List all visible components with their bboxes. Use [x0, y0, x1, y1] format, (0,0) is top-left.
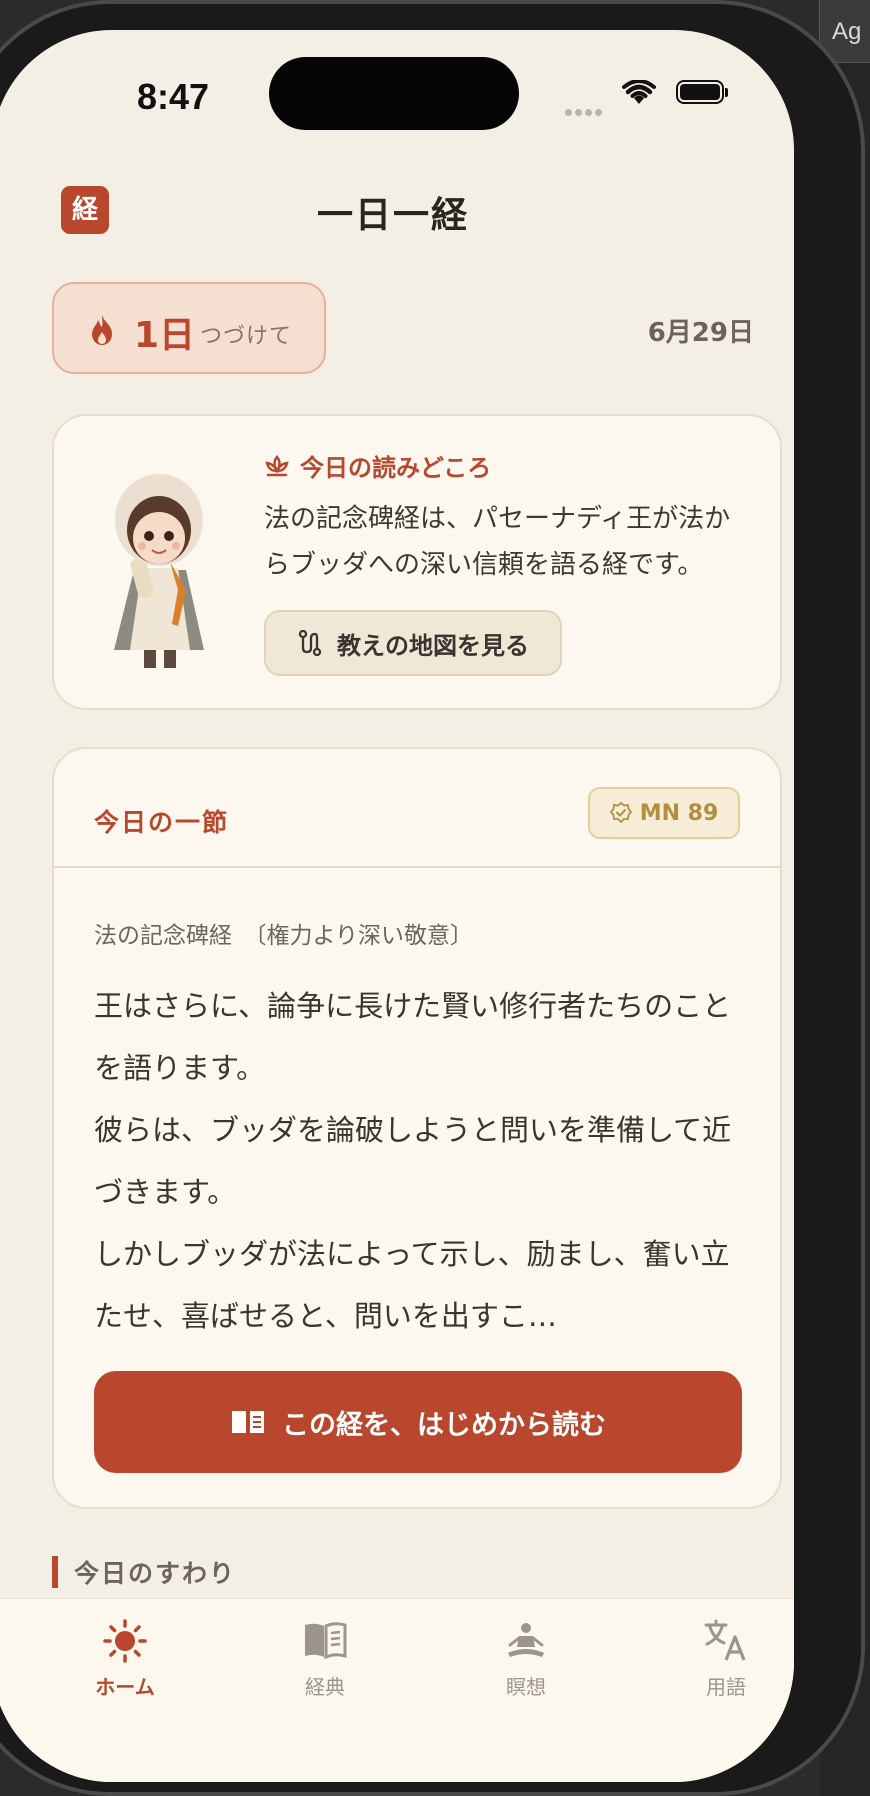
current-date: 6月29日 [647, 318, 754, 348]
verse-passage: 王はさらに、論争に長けた賢い修行者たちのことを語ります。 彼らは、ブッダを論破し… [94, 975, 744, 1347]
section-label: 今日のすわり [74, 1559, 237, 1588]
tab-glossary[interactable]: 用語 [661, 1619, 791, 1700]
section-header: 今日のすわり [52, 1552, 236, 1592]
screen: 8:47 経 一日一経 1日 つづけて 6月29日 今日の読みどころ 法の記念碑… [0, 30, 794, 1782]
book-icon [305, 1622, 347, 1660]
status-time: 8:47 [137, 76, 210, 117]
highlight-heading-text: 今日の読みどころ [300, 454, 492, 482]
page-title: 一日一経 [316, 195, 469, 236]
cellular-icon [565, 101, 605, 116]
verse-card-title: 今日の一節 [94, 808, 230, 837]
teaching-map-label: 教えの地図を見る [337, 631, 529, 660]
sutra-subtitle: 法の記念碑経 〔権力より深い敬意〕 [94, 923, 474, 949]
sun-icon [103, 1619, 147, 1663]
streak-badge[interactable]: 1日 つづけて [52, 282, 326, 374]
passage-paragraph: しかしブッダが法によって示し、励まし、奮い立たせ、喜ばせると、問いを出すこ… [94, 1237, 730, 1333]
verse-card: 今日の一節 MN 89 法の記念碑経 〔権力より深い敬意〕 王はさらに、論争に長… [52, 747, 782, 1509]
tab-meditation[interactable]: 瞑想 [461, 1619, 591, 1700]
tab-glossary-label: 用語 [706, 1675, 746, 1699]
section-marker [52, 1556, 58, 1588]
teaching-map-button[interactable]: 教えの地図を見る [264, 610, 562, 676]
monk-illustration [114, 474, 204, 668]
battery-icon [676, 80, 728, 104]
tab-sutras-label: 経典 [305, 1675, 345, 1699]
open-book-icon [232, 1411, 264, 1433]
desktop-label: Ag [832, 18, 862, 45]
status-bar: 8:47 [0, 30, 794, 160]
phone-frame: 8:47 経 一日一経 1日 つづけて 6月29日 今日の読みどころ 法の記念碑… [0, 0, 865, 1796]
streak-label: つづけて [200, 324, 293, 349]
wifi-icon [622, 80, 656, 104]
tab-home-label: ホーム [95, 1675, 155, 1699]
translate-icon [704, 1619, 746, 1661]
streak-count: 1日 [134, 315, 196, 356]
sutra-reference: MN 89 [639, 800, 719, 826]
tab-bar: ホーム 経典 瞑想 用語 [0, 1598, 794, 1782]
divider [54, 866, 780, 868]
meditation-icon [508, 1623, 544, 1657]
read-from-start-label: この経を、はじめから読む [282, 1409, 606, 1441]
tab-meditation-label: 瞑想 [506, 1675, 546, 1699]
tab-home[interactable]: ホーム [60, 1619, 190, 1700]
flame-icon [92, 315, 112, 345]
tab-sutras[interactable]: 経典 [260, 1619, 390, 1700]
highlight-heading: 今日の読みどころ [264, 448, 491, 483]
highlight-body: 法の記念碑経は、パセーナディ王が法からブッダへの深い信頼を語る経です。 [264, 504, 731, 580]
highlight-card: 今日の読みどころ 法の記念碑経は、パセーナディ王が法からブッダへの深い信頼を語る… [52, 414, 782, 710]
lotus-icon [265, 454, 289, 476]
dynamic-island [269, 57, 519, 130]
passage-paragraph: 彼らは、ブッダを論破しようと問いを準備して近づきます。 [94, 1113, 732, 1209]
verified-seal-icon [609, 802, 632, 824]
sutra-reference-badge[interactable]: MN 89 [588, 787, 740, 839]
route-icon [298, 630, 322, 656]
read-from-start-button[interactable]: この経を、はじめから読む [94, 1371, 742, 1473]
passage-paragraph: 王はさらに、論争に長けた賢い修行者たちのことを語ります。 [94, 989, 732, 1085]
